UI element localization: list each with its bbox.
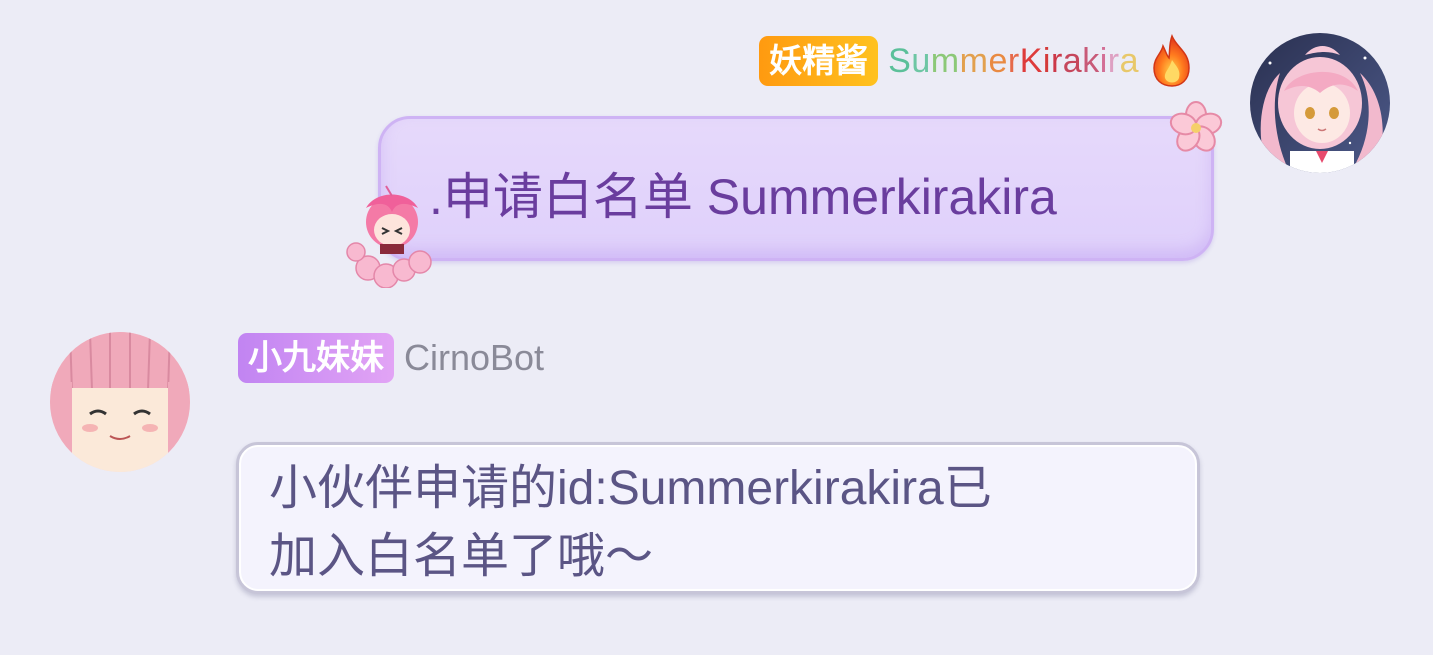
fire-icon	[1153, 34, 1190, 87]
sender-name-char: u	[911, 41, 931, 80]
message-2-text-line: 小伙伴申请的id:Summerkirakira已	[269, 462, 992, 515]
sender-name-char: e	[988, 41, 1008, 80]
sender-name-char: r	[1050, 41, 1063, 80]
sender-name-char: i	[1099, 41, 1108, 80]
sender-name-char: r	[1007, 41, 1020, 80]
sender-name-char: i	[1042, 41, 1051, 80]
sender-name-char: K	[1019, 41, 1043, 80]
message-1-bubble[interactable]: .申请白名单 Summerkirakira	[378, 101, 1223, 261]
sender-name-char: k	[1082, 41, 1100, 80]
user-avatar[interactable]	[1250, 33, 1390, 173]
bot-avatar[interactable]	[50, 332, 190, 472]
message-1-text: .申请白名单 Summerkirakira	[429, 169, 1057, 225]
bot-name[interactable]: CirnoBot	[404, 337, 544, 379]
message-2-bubble[interactable]: 小伙伴申请的id:Summerkirakira已 加入白名单了哦～	[236, 442, 1200, 594]
message-2-text-line: 加入白名单了哦～	[269, 530, 654, 583]
chibi-sticker-icon	[346, 185, 432, 288]
sender-name-char: r	[1107, 41, 1120, 80]
message-1-sender-row: 妖精酱 SummerKirakira	[759, 34, 1195, 88]
bot-title-badge: 小九妹妹	[238, 333, 394, 383]
message-2-sender-row: 小九妹妹 CirnoBot	[238, 331, 544, 385]
message-2-text: 小伙伴申请的id:Summerkirakira已 加入白名单了哦～	[269, 455, 1189, 591]
sender-title-badge: 妖精酱	[759, 36, 879, 86]
sakura-flower-icon	[1169, 101, 1223, 152]
sender-name-char: m	[959, 41, 989, 80]
sender-name-char: a	[1119, 41, 1139, 80]
sender-name-char: m	[930, 41, 960, 80]
sender-name[interactable]: SummerKirakira	[888, 42, 1139, 81]
sender-name-char: S	[888, 41, 912, 80]
sender-name-char: a	[1062, 41, 1083, 80]
